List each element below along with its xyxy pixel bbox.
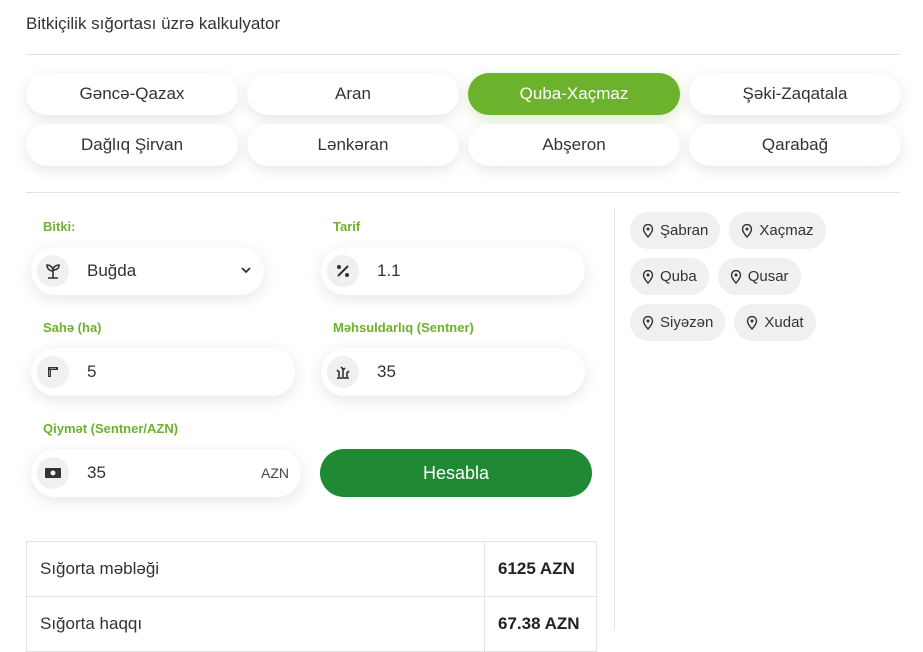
divider bbox=[26, 192, 900, 193]
location-pin-icon bbox=[747, 315, 758, 330]
money-icon bbox=[37, 457, 69, 489]
town-chip[interactable]: Quba bbox=[630, 258, 709, 295]
insurance-calculator-page: Bitkiçilik sığortası üzrə kalkulyator Gə… bbox=[0, 0, 923, 652]
crop-value: Buğda bbox=[87, 261, 137, 280]
tariff-input[interactable]: 1.1 bbox=[321, 247, 585, 295]
town-chip[interactable]: Xudat bbox=[734, 304, 816, 341]
region-button[interactable]: Lənkəran bbox=[247, 124, 459, 166]
tariff-value: 1.1 bbox=[377, 261, 401, 280]
result-table: Sığorta məbləği 6125 AZN Sığorta haqqı 6… bbox=[26, 541, 597, 652]
result-label: Sığorta haqqı bbox=[27, 597, 485, 651]
town-label: Xaçmaz bbox=[759, 222, 814, 239]
location-pin-icon bbox=[742, 223, 753, 238]
region-button[interactable]: Gəncə-Qazax bbox=[26, 73, 238, 115]
location-pin-icon bbox=[730, 269, 741, 284]
calculate-button[interactable]: Hesabla bbox=[320, 449, 592, 497]
area-input[interactable]: 5 bbox=[31, 348, 295, 396]
area-label: Sahə (ha) bbox=[43, 320, 102, 335]
town-chip[interactable]: Şabran bbox=[630, 212, 721, 249]
page-title: Bitkiçilik sığortası üzrə kalkulyator bbox=[26, 14, 281, 33]
yield-icon bbox=[327, 356, 359, 388]
town-label: Quba bbox=[660, 268, 697, 285]
result-value: 67.38 AZN bbox=[498, 614, 580, 633]
yield-label: Məhsuldarlıq (Sentner) bbox=[333, 320, 474, 335]
town-label: Şabran bbox=[660, 222, 709, 239]
yield-input[interactable]: 35 bbox=[321, 348, 585, 396]
town-chip[interactable]: Xaçmaz bbox=[729, 212, 826, 249]
price-label: Qiymət (Sentner/AZN) bbox=[43, 421, 179, 436]
column-divider bbox=[614, 208, 615, 630]
tariff-label: Tarif bbox=[333, 219, 361, 234]
town-label: Qusar bbox=[747, 268, 789, 285]
region-button[interactable]: Şəki-Zaqatala bbox=[689, 73, 901, 115]
region-button[interactable]: Qarabağ bbox=[689, 124, 901, 166]
plant-icon bbox=[37, 255, 69, 287]
town-chip[interactable]: Siyəzən bbox=[630, 304, 726, 341]
region-button[interactable]: Dağlıq Şirvan bbox=[26, 124, 238, 166]
town-list: Şabran Xaçmaz Quba Qusar Siyəzən Xudat bbox=[630, 212, 900, 350]
location-pin-icon bbox=[642, 269, 654, 284]
location-pin-icon bbox=[642, 315, 654, 330]
town-label: Siyəzən bbox=[660, 314, 714, 331]
region-selector: Gəncə-Qazax Aran Quba-Xaçmaz Şəki-Zaqata… bbox=[26, 73, 901, 166]
result-value: 6125 AZN bbox=[498, 559, 575, 578]
chevron-down-icon bbox=[240, 263, 252, 281]
crop-label: Bitki: bbox=[43, 219, 76, 234]
divider bbox=[26, 54, 900, 55]
price-input[interactable]: 35 AZN bbox=[31, 449, 301, 497]
table-row: Sığorta haqqı 67.38 AZN bbox=[27, 597, 596, 652]
area-value: 5 bbox=[87, 362, 97, 381]
result-label: Sığorta məbləği bbox=[27, 542, 485, 596]
town-label: Xudat bbox=[764, 314, 804, 331]
table-row: Sığorta məbləği 6125 AZN bbox=[27, 542, 596, 597]
region-button[interactable]: Abşeron bbox=[468, 124, 680, 166]
percent-icon bbox=[327, 255, 359, 287]
price-unit: AZN bbox=[261, 465, 289, 481]
ruler-icon bbox=[37, 356, 69, 388]
yield-value: 35 bbox=[377, 362, 396, 381]
town-chip[interactable]: Qusar bbox=[717, 258, 801, 295]
location-pin-icon bbox=[642, 223, 654, 238]
price-value: 35 bbox=[87, 463, 106, 482]
crop-select[interactable]: Buğda bbox=[31, 247, 264, 295]
region-button[interactable]: Aran bbox=[247, 73, 459, 115]
region-button-active[interactable]: Quba-Xaçmaz bbox=[468, 73, 680, 115]
